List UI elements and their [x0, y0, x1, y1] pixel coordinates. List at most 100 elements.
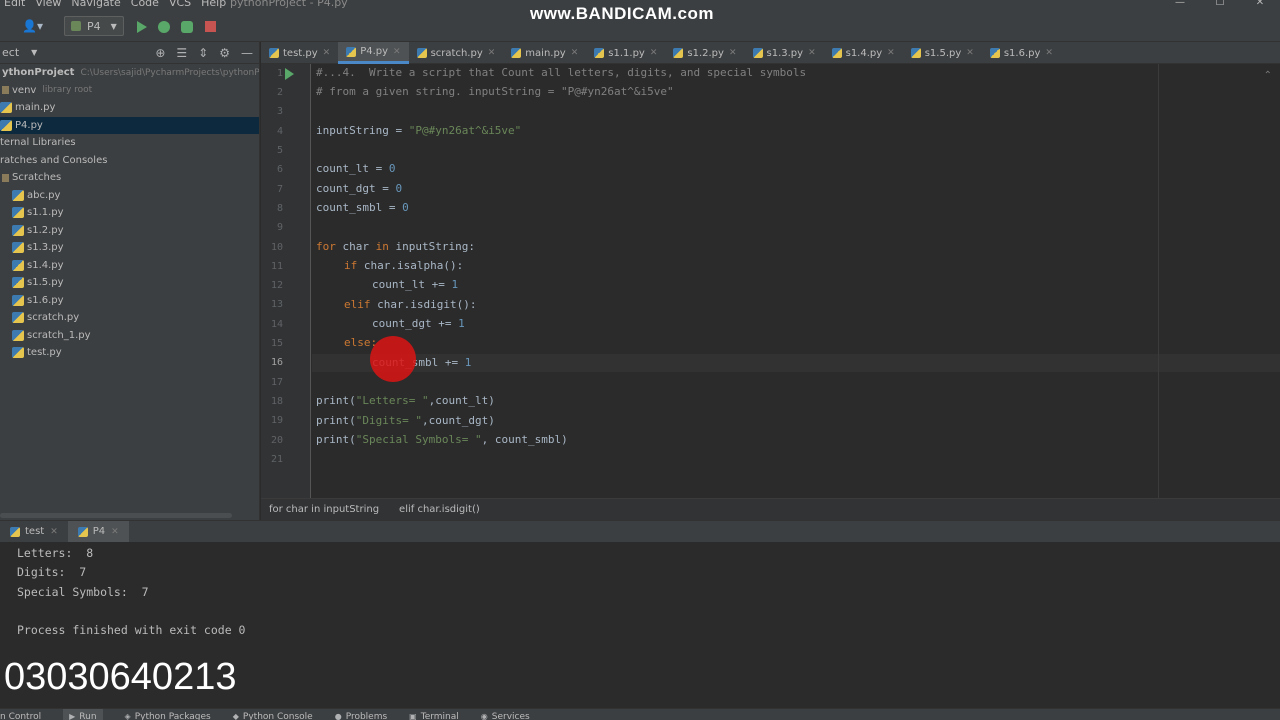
menu-help[interactable]: Help	[201, 0, 226, 8]
tool-window-bar: n Control ▶ Run ◈ Python Packages ◆ Python …	[0, 708, 1280, 720]
maximize-icon[interactable]: ☐	[1200, 0, 1240, 10]
tree-item-scratches[interactable]: Scratches	[0, 169, 259, 187]
locate-icon[interactable]: ⊕	[155, 46, 165, 60]
close-icon[interactable]: ✕	[111, 527, 119, 537]
tab-s1-1-py[interactable]: s1.1.py ✕	[586, 42, 665, 64]
project-panel: ect ▼ ⊕ ☰ ⇕ ⚙ — ythonProject C:\Users\sa…	[0, 42, 260, 520]
stop-icon[interactable]	[205, 21, 216, 32]
tree-item-s1-1-py[interactable]: s1.1.py	[0, 204, 259, 222]
tool-python-console[interactable]: ◆ Python Console	[233, 709, 313, 720]
close-icon[interactable]: ✕	[966, 48, 974, 58]
tab-scratch-py[interactable]: scratch.py ✕	[409, 42, 504, 64]
minimize-icon[interactable]: —	[1160, 0, 1200, 10]
window-controls: — ☐ ✕	[1160, 0, 1280, 10]
tab-main-py[interactable]: main.py ✕	[503, 42, 586, 64]
tool-python-packages[interactable]: ◈ Python Packages	[125, 709, 211, 720]
chevron-down-icon[interactable]: ▼	[31, 48, 37, 57]
python-file-icon	[12, 329, 24, 341]
tool-terminal[interactable]: ▣ Terminal	[409, 709, 459, 720]
tree-item-test-py[interactable]: test.py	[0, 344, 259, 362]
tree-item-scratch-1-py[interactable]: scratch_1.py	[0, 327, 259, 345]
menu-navigate[interactable]: Navigate	[71, 0, 120, 8]
code-line-20: print("Special Symbols= ", count_smbl)	[316, 433, 568, 446]
code-line-8: count_smbl = 0	[316, 201, 409, 214]
tree-item-s1-2-py[interactable]: s1.2.py	[0, 222, 259, 240]
tree-item-scratch-py[interactable]: scratch.py	[0, 309, 259, 327]
menu-edit[interactable]: Edit	[4, 0, 25, 8]
tree-item-abc-py[interactable]: abc.py	[0, 187, 259, 205]
horizontal-scrollbar[interactable]	[0, 513, 232, 518]
close-icon[interactable]: ✕	[650, 48, 658, 58]
tab-s1-4-py[interactable]: s1.4.py ✕	[824, 42, 903, 64]
tree-item-p4-py[interactable]: P4.py	[0, 116, 259, 134]
close-icon[interactable]: ✕	[488, 48, 496, 58]
tree-item-external-libraries[interactable]: ternal Libraries	[0, 134, 259, 152]
code-token: char.isdigit():	[370, 298, 477, 311]
tree-item-s1-5-py[interactable]: s1.5.py	[0, 274, 259, 292]
run-config-select[interactable]: P4 ▼	[64, 16, 124, 36]
chevron-up-icon[interactable]: ⌃	[1264, 70, 1272, 81]
console-output-line: Letters: 8	[17, 546, 94, 560]
tree-item-s1-6-py[interactable]: s1.6.py	[0, 292, 259, 310]
tree-item-venv[interactable]: venv library root	[0, 82, 259, 100]
tool-problems[interactable]: ● Problems	[335, 709, 387, 720]
tree-item-main-py[interactable]: main.py	[0, 99, 259, 117]
user-icon[interactable]: 👤▾	[22, 19, 43, 33]
close-icon[interactable]: ✕	[50, 527, 58, 537]
tree-item-label: main.py	[15, 102, 56, 114]
python-file-icon	[12, 189, 24, 201]
tree-item-s1-3-py[interactable]: s1.3.py	[0, 239, 259, 257]
collapse-all-icon[interactable]: ⇕	[198, 46, 208, 60]
tab-label: P4.py	[360, 46, 389, 57]
close-icon[interactable]: ✕	[571, 48, 579, 58]
close-icon[interactable]: ✕	[887, 48, 895, 58]
menu-code[interactable]: Code	[131, 0, 159, 8]
line-number: 11	[270, 261, 283, 272]
code-token: count_dgt +=	[372, 317, 459, 330]
tab-s1-5-py[interactable]: s1.5.py ✕	[903, 42, 982, 64]
code-editor[interactable]: 1 2 3 4 5 6 7 8 9 10 11 12 13 14 15 16 1…	[261, 64, 1280, 498]
close-icon[interactable]: ✕	[729, 48, 737, 58]
project-panel-title[interactable]: ect	[2, 46, 19, 59]
code-line-4: inputString = "P@#yn26at^&i5ve"	[316, 124, 521, 137]
line-number: 8	[276, 203, 283, 214]
breadcrumb-item[interactable]: elif char.isdigit()	[399, 504, 480, 515]
line-number: 15	[270, 338, 283, 349]
tab-p4-py[interactable]: P4.py ✕	[338, 42, 409, 64]
run-tab-label: test	[25, 526, 45, 537]
tree-item-scratches-consoles[interactable]: ratches and Consoles	[0, 152, 259, 170]
close-icon[interactable]: ✕	[393, 47, 401, 57]
tab-test-py[interactable]: test.py ✕	[261, 42, 338, 64]
menu-view[interactable]: View	[35, 0, 61, 8]
python-file-icon	[10, 526, 20, 537]
close-icon[interactable]: ✕	[1045, 48, 1053, 58]
keyword: for	[316, 240, 336, 253]
tool-services[interactable]: ◉ Services	[481, 709, 530, 720]
tool-version-control[interactable]: n Control	[0, 709, 41, 720]
close-icon[interactable]: ✕	[323, 48, 331, 58]
code-line-10: for char in inputString:	[316, 240, 475, 253]
close-icon[interactable]: ✕	[1240, 0, 1280, 10]
run-tab-test[interactable]: test ✕	[0, 521, 68, 543]
run-tab-p4[interactable]: P4 ✕	[67, 520, 129, 543]
tree-item-label: s1.3.py	[27, 242, 64, 254]
hide-icon[interactable]: —	[241, 46, 253, 60]
expand-all-icon[interactable]: ☰	[176, 46, 187, 60]
breadcrumb-item[interactable]: for char in inputString	[269, 504, 379, 515]
python-file-icon	[12, 224, 24, 236]
gear-icon[interactable]: ⚙	[219, 46, 230, 60]
tab-s1-3-py[interactable]: s1.3.py ✕	[745, 42, 824, 64]
tree-item-s1-4-py[interactable]: s1.4.py	[0, 257, 259, 275]
tool-run[interactable]: ▶ Run	[63, 709, 103, 720]
run-icon[interactable]	[137, 21, 147, 33]
debug-icon[interactable]	[158, 21, 170, 33]
tab-s1-2-py[interactable]: s1.2.py ✕	[665, 42, 744, 64]
run-gutter-icon[interactable]	[285, 68, 294, 80]
coverage-icon[interactable]	[181, 21, 193, 33]
run-config-label: P4	[87, 19, 101, 33]
tool-label: Run	[79, 711, 97, 720]
close-icon[interactable]: ✕	[808, 48, 816, 58]
tab-s1-6-py[interactable]: s1.6.py ✕	[982, 42, 1061, 64]
tree-root[interactable]: ythonProject C:\Users\sajid\PycharmProje…	[0, 64, 259, 82]
menu-vcs[interactable]: VCS	[169, 0, 191, 8]
